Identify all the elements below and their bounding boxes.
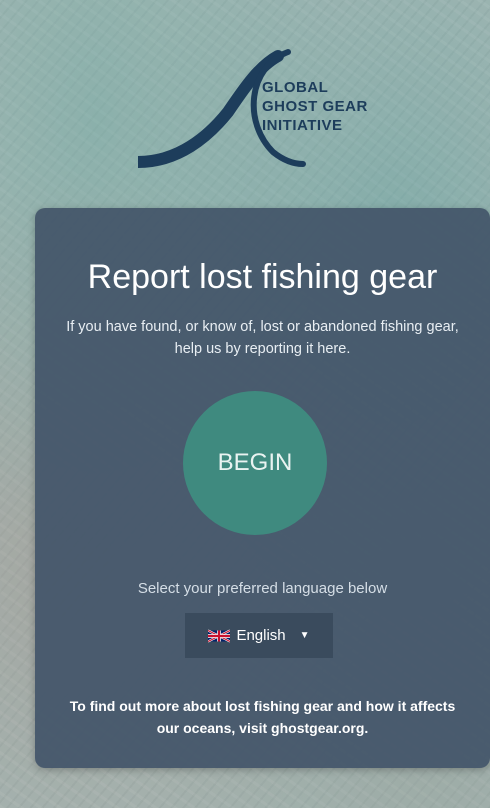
ghost-gear-logo: GLOBAL GHOST GEAR INITIATIVE (138, 42, 378, 172)
language-prompt: Select your preferred language below (137, 580, 388, 597)
logo-text: GLOBAL GHOST GEAR INITIATIVE (262, 78, 368, 135)
language-select-value: English (236, 627, 286, 644)
uk-flag-icon (208, 629, 231, 642)
begin-button[interactable]: BEGIN (183, 391, 327, 535)
logo-line-3: INITIATIVE (262, 117, 343, 134)
report-card: Report lost fishing gear If you have fou… (35, 208, 490, 768)
logo-line-1: GLOBAL (262, 79, 329, 96)
caret-down-icon: ▼ (299, 630, 310, 641)
page-subtitle: If you have found, or know of, lost or a… (66, 319, 459, 357)
page-title: Report lost fishing gear (87, 258, 438, 296)
language-select[interactable]: English ▼ (185, 613, 333, 658)
logo-line-2: GHOST GEAR (262, 98, 368, 115)
footer-text: To find out more about lost fishing gear… (69, 698, 456, 736)
